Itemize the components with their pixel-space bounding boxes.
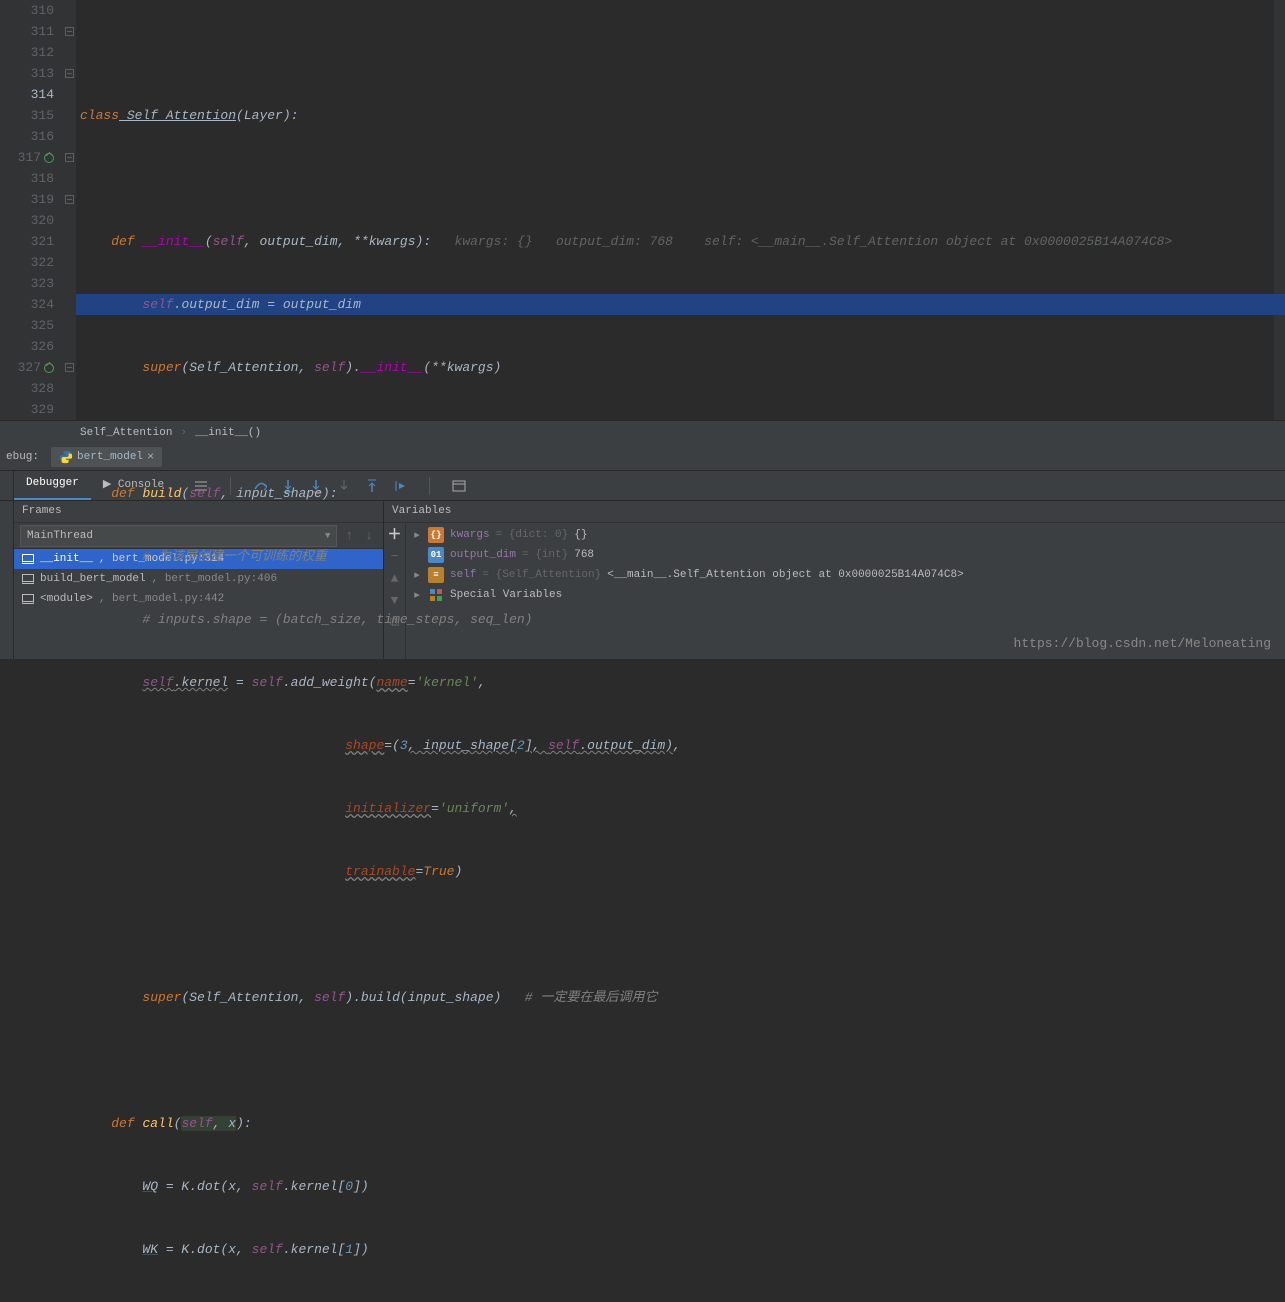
fold-toggle-icon[interactable] — [65, 363, 74, 372]
code-l310[interactable] — [76, 42, 1285, 63]
override-icon[interactable] — [44, 363, 54, 373]
line-318: 318 — [0, 168, 54, 189]
code-l325[interactable]: super(Self_Attention, self).build(input_… — [76, 987, 1285, 1008]
line-310: 310 — [0, 0, 54, 21]
editor-area: 310 311 312 313 314 315 316 317 318 319 … — [0, 0, 1285, 420]
line-323: 323 — [0, 273, 54, 294]
code-l315[interactable]: super(Self_Attention, self).__init__(**k… — [76, 357, 1285, 378]
stack-frame-icon — [22, 594, 34, 604]
code-l324[interactable] — [76, 924, 1285, 945]
line-322: 322 — [0, 252, 54, 273]
fold-toggle-icon[interactable] — [65, 27, 74, 36]
line-311: 311 — [0, 21, 54, 42]
override-icon[interactable] — [44, 153, 54, 163]
fold-col — [62, 0, 76, 420]
line-321: 321 — [0, 231, 54, 252]
code-l329[interactable]: WK = K.dot(x, self.kernel[1]) — [76, 1239, 1285, 1260]
code-l311[interactable]: class Self_Attention(Layer): — [76, 105, 1285, 126]
line-gutter: 310 311 312 313 314 315 316 317 318 319 … — [0, 0, 62, 420]
line-328: 328 — [0, 378, 54, 399]
watermark: https://blog.csdn.net/Meloneating — [1014, 636, 1271, 651]
line-315: 315 — [0, 105, 54, 126]
code-l326[interactable] — [76, 1050, 1285, 1071]
line-326: 326 — [0, 336, 54, 357]
code-area[interactable]: class Self_Attention(Layer): def __init_… — [76, 0, 1285, 420]
code-l318[interactable]: # 为该层创建一个可训练的权重 — [76, 546, 1285, 567]
line-317: 317 — [0, 147, 54, 168]
code-l313[interactable]: def __init__(self, output_dim, **kwargs)… — [76, 231, 1285, 252]
line-312: 312 — [0, 42, 54, 63]
line-329: 329 — [0, 399, 54, 420]
code-l312[interactable] — [76, 168, 1285, 189]
line-313: 313 — [0, 63, 54, 84]
panels-side-strip — [0, 501, 14, 659]
line-319: 319 — [0, 189, 54, 210]
code-l323[interactable]: trainable=True) — [76, 861, 1285, 882]
fold-toggle-icon[interactable] — [65, 153, 74, 162]
fold-toggle-icon[interactable] — [65, 195, 74, 204]
code-l321[interactable]: shape=(3, input_shape[2], self.output_di… — [76, 735, 1285, 756]
line-316: 316 — [0, 126, 54, 147]
python-file-icon — [59, 450, 73, 464]
line-320: 320 — [0, 210, 54, 231]
line-327: 327 — [0, 357, 54, 378]
code-l319[interactable]: # inputs.shape = (batch_size, time_steps… — [76, 609, 1285, 630]
code-l328[interactable]: WQ = K.dot(x, self.kernel[0]) — [76, 1176, 1285, 1197]
code-l316[interactable] — [76, 420, 1285, 441]
code-l320[interactable]: self.kernel = self.add_weight(name='kern… — [76, 672, 1285, 693]
code-l327[interactable]: def call(self, x): — [76, 1113, 1285, 1134]
code-l322[interactable]: initializer='uniform', — [76, 798, 1285, 819]
force-step-icon[interactable] — [337, 479, 351, 493]
fold-toggle-icon[interactable] — [65, 69, 74, 78]
debug-label: ebug: — [0, 451, 45, 463]
code-l317[interactable]: def build(self, input_shape): — [76, 483, 1285, 504]
line-314-current: 314 — [0, 84, 54, 105]
code-l314-current[interactable]: self.output_dim = output_dim — [76, 294, 1285, 315]
stack-frame-icon — [22, 554, 34, 564]
stack-frame-icon — [22, 574, 34, 584]
debug-side-strip — [0, 471, 14, 500]
line-325: 325 — [0, 315, 54, 336]
line-324: 324 — [0, 294, 54, 315]
